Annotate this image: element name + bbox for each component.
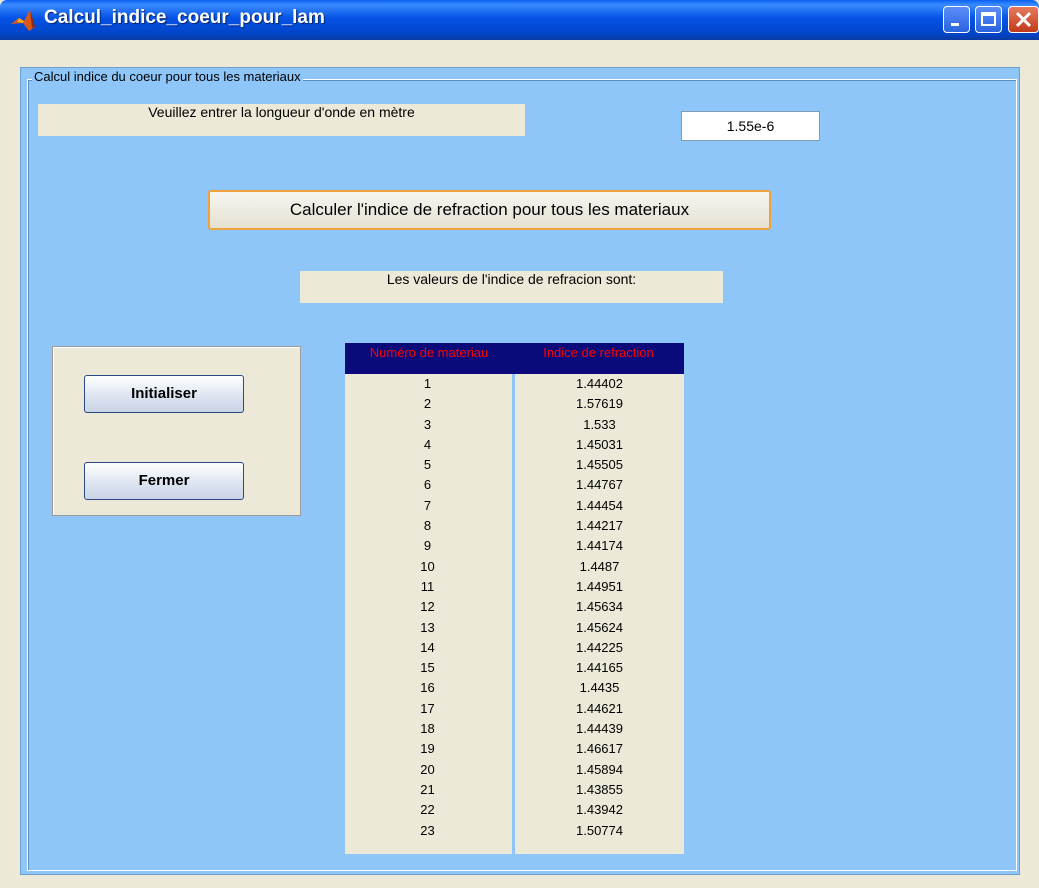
cell-material-number[interactable]: 9	[345, 536, 510, 556]
cell-refraction-index[interactable]: 1.45894	[515, 760, 684, 780]
cell-material-number[interactable]: 18	[345, 719, 510, 739]
cell-material-number[interactable]: 5	[345, 455, 510, 475]
close-button[interactable]: Fermer	[84, 462, 244, 500]
header-material-number[interactable]: Numéro de materiau	[345, 343, 513, 374]
cell-material-number[interactable]: 11	[345, 577, 510, 597]
cell-refraction-index[interactable]: 1.44439	[515, 719, 684, 739]
result-label: Les valeurs de l'indice de refracion son…	[300, 271, 723, 303]
table-row[interactable]: 19 1.46617	[345, 739, 684, 759]
initialize-button[interactable]: Initialiser	[84, 375, 244, 413]
cell-material-number[interactable]: 12	[345, 597, 510, 617]
cell-material-number[interactable]: 17	[345, 699, 510, 719]
table-body: 1 1.44402 2 1.57619 3 1.533 4 1.45031 5 1.45505 6 1…	[345, 374, 684, 841]
cell-material-number[interactable]: 16	[345, 678, 510, 698]
table-row[interactable]: 3 1.533	[345, 415, 684, 435]
cell-refraction-index[interactable]: 1.44402	[515, 374, 684, 394]
cell-refraction-index[interactable]: 1.44174	[515, 536, 684, 556]
wavelength-input[interactable]: 1.55e-6	[681, 111, 820, 141]
cell-refraction-index[interactable]: 1.44225	[515, 638, 684, 658]
table-row[interactable]: 18 1.44439	[345, 719, 684, 739]
cell-refraction-index[interactable]: 1.45031	[515, 435, 684, 455]
table-row[interactable]: 12 1.45634	[345, 597, 684, 617]
maximize-icon[interactable]	[975, 6, 1002, 33]
wavelength-label: Veuillez entrer la longueur d'onde en mè…	[38, 104, 525, 136]
table-row[interactable]: 17 1.44621	[345, 699, 684, 719]
cell-material-number[interactable]: 19	[345, 739, 510, 759]
cell-refraction-index[interactable]: 1.44217	[515, 516, 684, 536]
cell-refraction-index[interactable]: 1.43855	[515, 780, 684, 800]
cell-material-number[interactable]: 10	[345, 557, 510, 577]
cell-material-number[interactable]: 13	[345, 618, 510, 638]
table-row[interactable]: 11 1.44951	[345, 577, 684, 597]
cell-material-number[interactable]: 23	[345, 821, 510, 841]
cell-material-number[interactable]: 15	[345, 658, 510, 678]
cell-material-number[interactable]: 4	[345, 435, 510, 455]
cell-material-number[interactable]: 14	[345, 638, 510, 658]
cell-material-number[interactable]: 22	[345, 800, 510, 820]
calculate-button[interactable]: Calculer l'indice de refraction pour tou…	[208, 190, 771, 230]
cell-material-number[interactable]: 6	[345, 475, 510, 495]
table-row[interactable]: 21 1.43855	[345, 780, 684, 800]
cell-material-number[interactable]: 1	[345, 374, 510, 394]
matlab-logo-icon[interactable]	[10, 9, 36, 33]
table-row[interactable]: 5 1.45505	[345, 455, 684, 475]
cell-refraction-index[interactable]: 1.44454	[515, 496, 684, 516]
cell-refraction-index[interactable]: 1.43942	[515, 800, 684, 820]
cell-refraction-index[interactable]: 1.45505	[515, 455, 684, 475]
table-row[interactable]: 22 1.43942	[345, 800, 684, 820]
table-row[interactable]: 14 1.44225	[345, 638, 684, 658]
header-refraction-index[interactable]: Indice de refraction	[513, 343, 684, 374]
table-row[interactable]: 16 1.4435	[345, 678, 684, 698]
cell-material-number[interactable]: 3	[345, 415, 510, 435]
cell-refraction-index[interactable]: 1.44621	[515, 699, 684, 719]
cell-refraction-index[interactable]: 1.533	[515, 415, 684, 435]
cell-refraction-index[interactable]: 1.45624	[515, 618, 684, 638]
cell-refraction-index[interactable]: 1.44767	[515, 475, 684, 495]
close-icon[interactable]	[1008, 6, 1039, 33]
table-header: Numéro de materiau Indice de refraction	[345, 343, 684, 374]
table-row[interactable]: 20 1.45894	[345, 760, 684, 780]
wavelength-label-text: Veuillez entrer la longueur d'onde en mè…	[148, 104, 415, 120]
table-row[interactable]: 13 1.45624	[345, 618, 684, 638]
table-row[interactable]: 1 1.44402	[345, 374, 684, 394]
table-row[interactable]: 6 1.44767	[345, 475, 684, 495]
cell-refraction-index[interactable]: 1.44951	[515, 577, 684, 597]
table-row[interactable]: 23 1.50774	[345, 821, 684, 841]
table-row[interactable]: 15 1.44165	[345, 658, 684, 678]
result-label-text: Les valeurs de l'indice de refracion son…	[386, 271, 637, 287]
app-window: Calcul_indice_coeur_pour_lam Calcul indi…	[0, 0, 1039, 888]
cell-material-number[interactable]: 21	[345, 780, 510, 800]
cell-material-number[interactable]: 7	[345, 496, 510, 516]
cell-material-number[interactable]: 8	[345, 516, 510, 536]
cell-refraction-index[interactable]: 1.45634	[515, 597, 684, 617]
table-row[interactable]: 9 1.44174	[345, 536, 684, 556]
title-bar[interactable]: Calcul_indice_coeur_pour_lam	[0, 0, 1039, 40]
cell-refraction-index[interactable]: 1.57619	[515, 394, 684, 414]
results-table[interactable]: Numéro de materiau Indice de refraction …	[345, 343, 684, 854]
table-row[interactable]: 4 1.45031	[345, 435, 684, 455]
cell-refraction-index[interactable]: 1.50774	[515, 821, 684, 841]
cell-material-number[interactable]: 20	[345, 760, 510, 780]
group-title: Calcul indice du coeur pour tous les mat…	[32, 69, 303, 84]
table-row[interactable]: 7 1.44454	[345, 496, 684, 516]
cell-refraction-index[interactable]: 1.44165	[515, 658, 684, 678]
cell-material-number[interactable]: 2	[345, 394, 510, 414]
table-row[interactable]: 2 1.57619	[345, 394, 684, 414]
cell-refraction-index[interactable]: 1.46617	[515, 739, 684, 759]
minimize-icon[interactable]	[943, 6, 970, 33]
table-row[interactable]: 10 1.4487	[345, 557, 684, 577]
table-row[interactable]: 8 1.44217	[345, 516, 684, 536]
window-title: Calcul_indice_coeur_pour_lam	[44, 7, 325, 28]
cell-refraction-index[interactable]: 1.4435	[515, 678, 684, 698]
cell-refraction-index[interactable]: 1.4487	[515, 557, 684, 577]
